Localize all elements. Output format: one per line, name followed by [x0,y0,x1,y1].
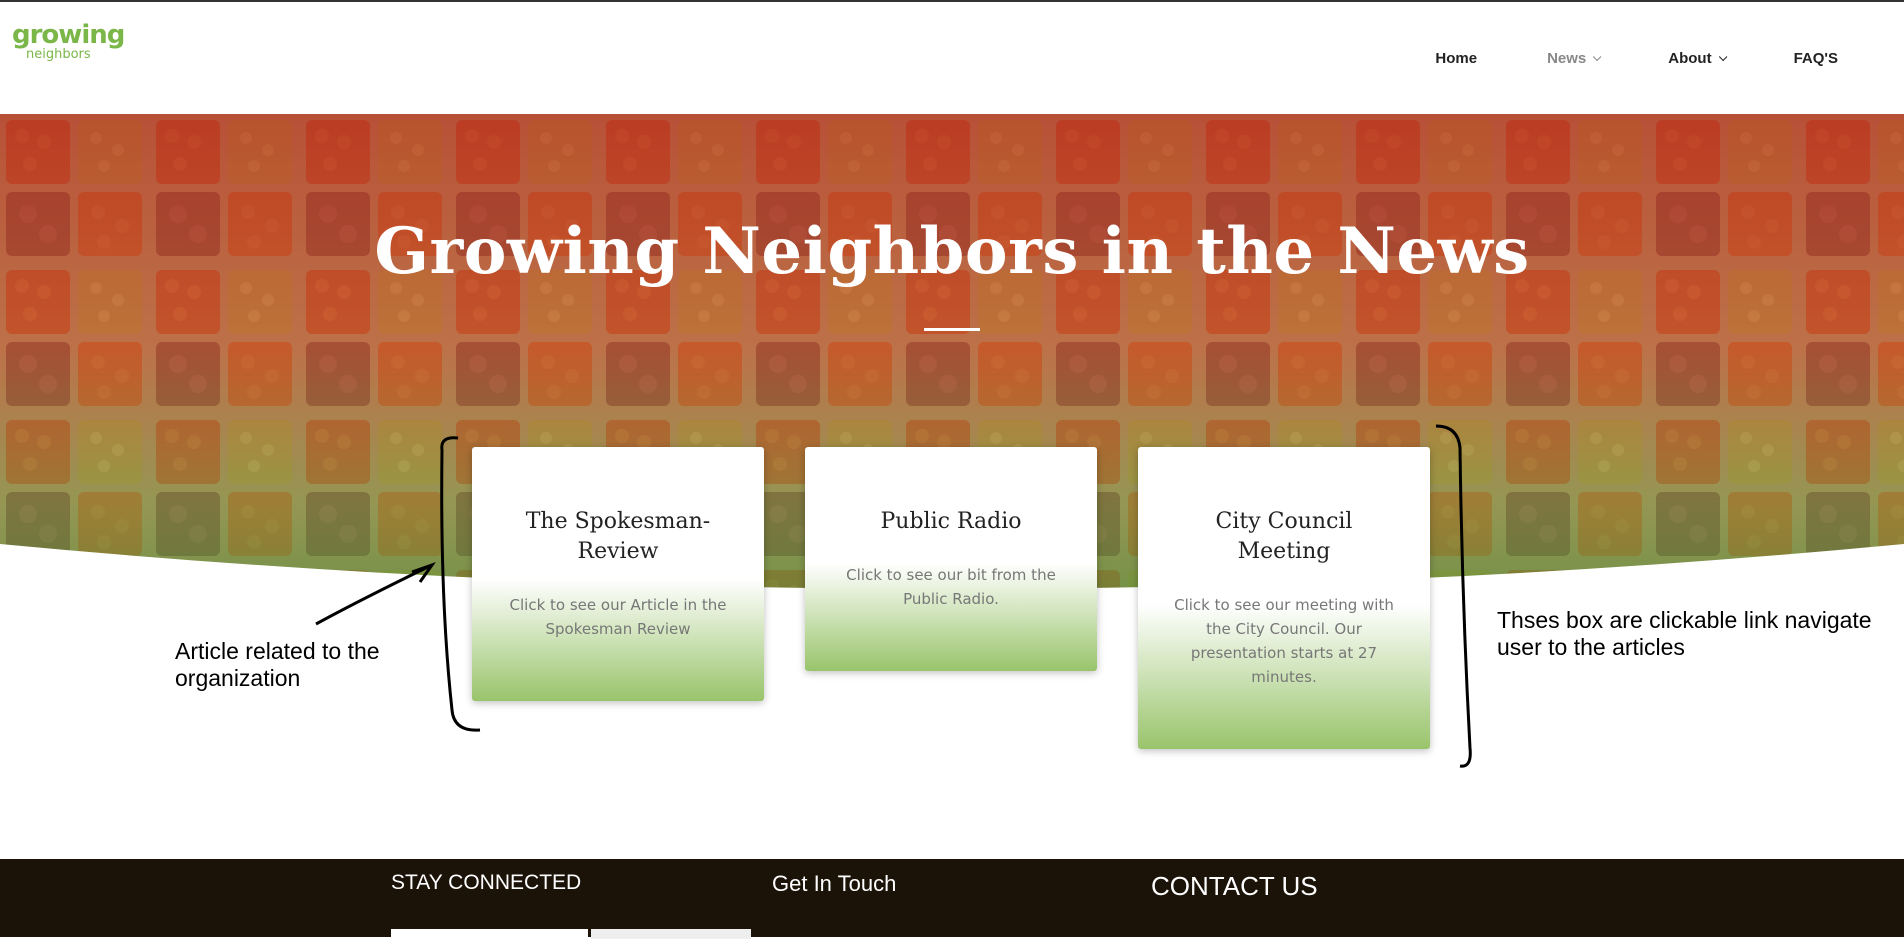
nav-news[interactable]: News [1547,50,1602,67]
footer-contact-us-heading: CONTACT US [1151,871,1318,901]
card-description: Click to see our Article in the Spokesma… [509,596,727,638]
card-title: The Spokesman-Review [525,509,711,564]
site-header: growing neighbors Home News About FAQ'S [0,2,1904,114]
annotation-left-text: Article related to the organization [175,638,380,691]
news-card-city-council[interactable]: City Council Meeting Click to see our me… [1138,447,1430,749]
site-logo[interactable]: growing neighbors [12,20,125,64]
newsletter-submit-button[interactable] [591,929,751,939]
news-card-spokesman-review[interactable]: The Spokesman-Review Click to see our Ar… [472,447,764,701]
card-description: Click to see our bit from the Public Rad… [846,566,1056,608]
nav-home-label: Home [1435,50,1478,67]
news-card-public-radio[interactable]: Public Radio Click to see our bit from t… [805,447,1097,671]
site-footer: STAY CONNECTED Get In Touch CONTACT US [0,859,1904,939]
footer-get-in-touch-heading: Get In Touch [772,871,897,896]
chevron-down-icon [1593,52,1602,61]
nav-news-label: News [1547,50,1587,67]
newsletter-email-input[interactable] [391,929,588,939]
nav-about-label: About [1668,50,1712,67]
logo-word-growing: growing [12,20,125,50]
annotation-right-text: Thses box are clickable link navigate us… [1497,607,1872,660]
footer-stay-connected-heading: STAY CONNECTED [391,871,582,894]
card-title: Public Radio [880,509,1022,534]
title-divider [924,328,980,331]
logo-word-neighbors: neighbors [26,47,91,62]
card-title: City Council Meeting [1215,509,1353,564]
nav-faqs[interactable]: FAQ'S [1794,50,1838,67]
chevron-down-icon [1718,52,1727,61]
page-title: Growing Neighbors in the News [374,214,1530,289]
nav-about[interactable]: About [1668,50,1727,67]
nav-faqs-label: FAQ'S [1793,50,1838,67]
main-nav: Home News About FAQ'S [1365,50,1838,67]
nav-home[interactable]: Home [1435,50,1477,67]
card-description: Click to see our meeting with the City C… [1174,596,1394,686]
